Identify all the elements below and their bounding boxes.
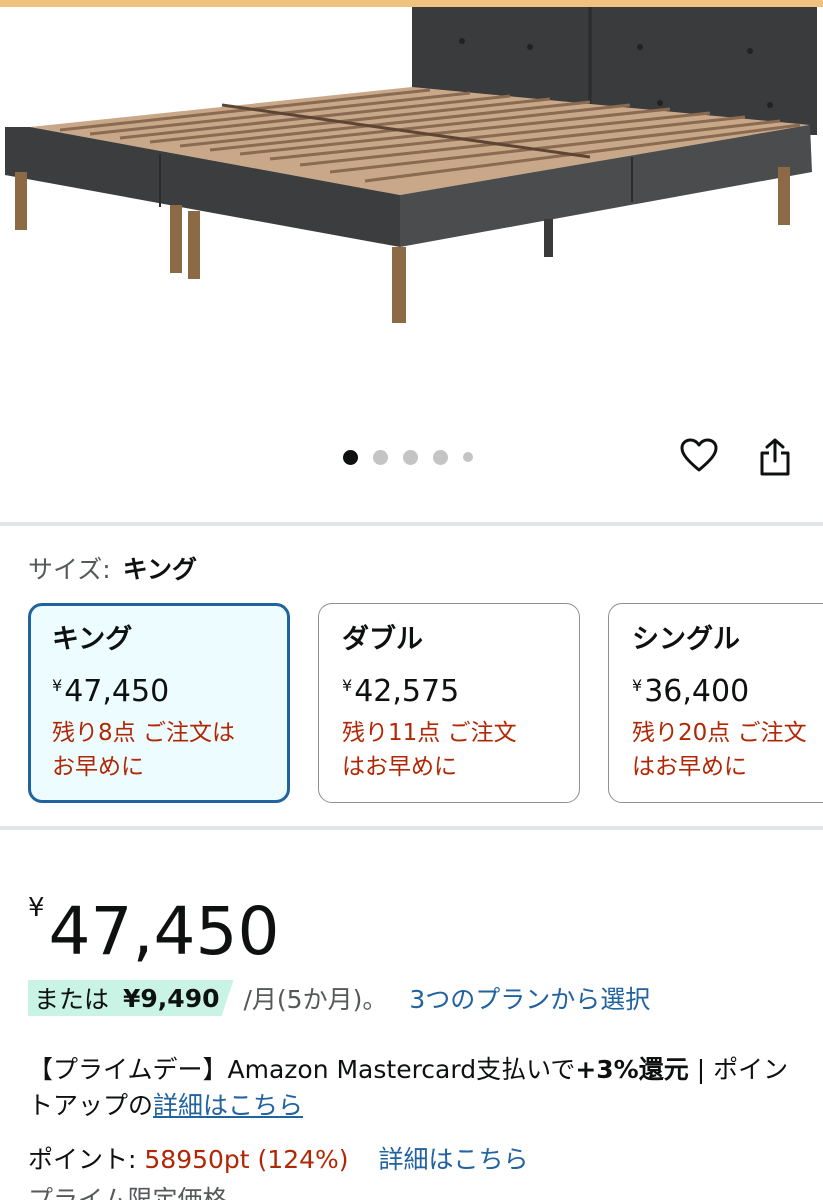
installment-plan-link[interactable]: 3つのプランから選択: [409, 980, 650, 1016]
yen-symbol: ¥: [342, 676, 353, 695]
image-carousel-indicator[interactable]: [343, 448, 473, 466]
size-option-king[interactable]: キング ¥47,450 残り8点 ご注文は お早めに: [28, 603, 290, 803]
points-info: ポイント: 58950pt (124%) 詳細はこちら: [28, 1142, 529, 1178]
points-details-link[interactable]: 詳細はこちら: [378, 1145, 528, 1174]
carousel-dot[interactable]: [463, 452, 473, 462]
product-page: サイズ: キング キング ¥47,450 残り8点 ご注文は お早めに ダブル ¥…: [0, 0, 823, 1200]
size-option-title: シングル: [632, 624, 740, 655]
size-option-price: ¥42,575: [342, 666, 579, 712]
promo-details-link[interactable]: 詳細はこちら: [153, 1091, 303, 1120]
size-option-title: キング: [52, 624, 133, 655]
installment-info: または ¥9,490 /月(5か月)。 3つのプランから選択: [28, 978, 650, 1018]
size-label-key: サイズ:: [28, 555, 111, 584]
size-option-single[interactable]: シングル ¥36,400 残り20点 ご注文 はお早めに: [608, 603, 823, 803]
section-divider: [0, 522, 823, 526]
installment-badge: または ¥9,490: [28, 980, 234, 1016]
size-selector-label: サイズ: キング: [28, 550, 197, 586]
yen-symbol: ¥: [632, 676, 643, 695]
prime-exclusive-note: プライム限定価格: [28, 1185, 228, 1200]
points-value: 58950pt: [144, 1145, 250, 1174]
size-selected-value: キング: [122, 555, 197, 584]
size-option-price: ¥47,450: [52, 666, 287, 712]
size-option-double[interactable]: ダブル ¥42,575 残り11点 ご注文 はお早めに: [318, 603, 580, 803]
price-value: 42,575: [354, 674, 460, 709]
size-option-stock: 残り11点 ご注文 はお早めに: [342, 720, 517, 780]
section-divider: [0, 826, 823, 830]
product-image[interactable]: [0, 7, 823, 337]
points-label: ポイント:: [28, 1145, 137, 1174]
share-icon[interactable]: [750, 432, 800, 482]
promo-bold: +3%還元: [575, 1055, 689, 1084]
size-option-stock: 残り8点 ご注文は お早めに: [52, 720, 235, 780]
product-price: ¥47,450: [28, 866, 279, 974]
wishlist-heart-icon[interactable]: [674, 430, 724, 480]
installment-prefix: または: [34, 985, 110, 1014]
installment-amount: ¥9,490: [123, 983, 220, 1013]
price-value: 47,450: [64, 674, 170, 709]
yen-symbol: ¥: [52, 676, 63, 695]
carousel-dot[interactable]: [343, 449, 358, 465]
carousel-dot[interactable]: [433, 449, 448, 465]
prime-day-promo: 【プライムデー】Amazon Mastercard支払いで+3%還元 | ポイン…: [28, 1052, 798, 1124]
size-option-stock: 残り20点 ご注文 はお早めに: [632, 720, 807, 780]
price-value: 36,400: [644, 674, 750, 709]
carousel-dot[interactable]: [403, 449, 418, 465]
points-percent: (124%): [257, 1145, 349, 1174]
promo-text: 【プライムデー】Amazon Mastercard支払いで: [28, 1055, 576, 1084]
installment-period: /月(5か月)。: [243, 985, 388, 1014]
carousel-dot[interactable]: [373, 449, 388, 465]
yen-symbol: ¥: [28, 893, 45, 923]
bed-frame-illustration: [5, 7, 817, 323]
price-amount: 47,450: [48, 893, 280, 970]
size-option-price: ¥36,400: [632, 666, 823, 712]
top-accent-strip: [0, 0, 823, 7]
size-option-title: ダブル: [342, 624, 423, 655]
